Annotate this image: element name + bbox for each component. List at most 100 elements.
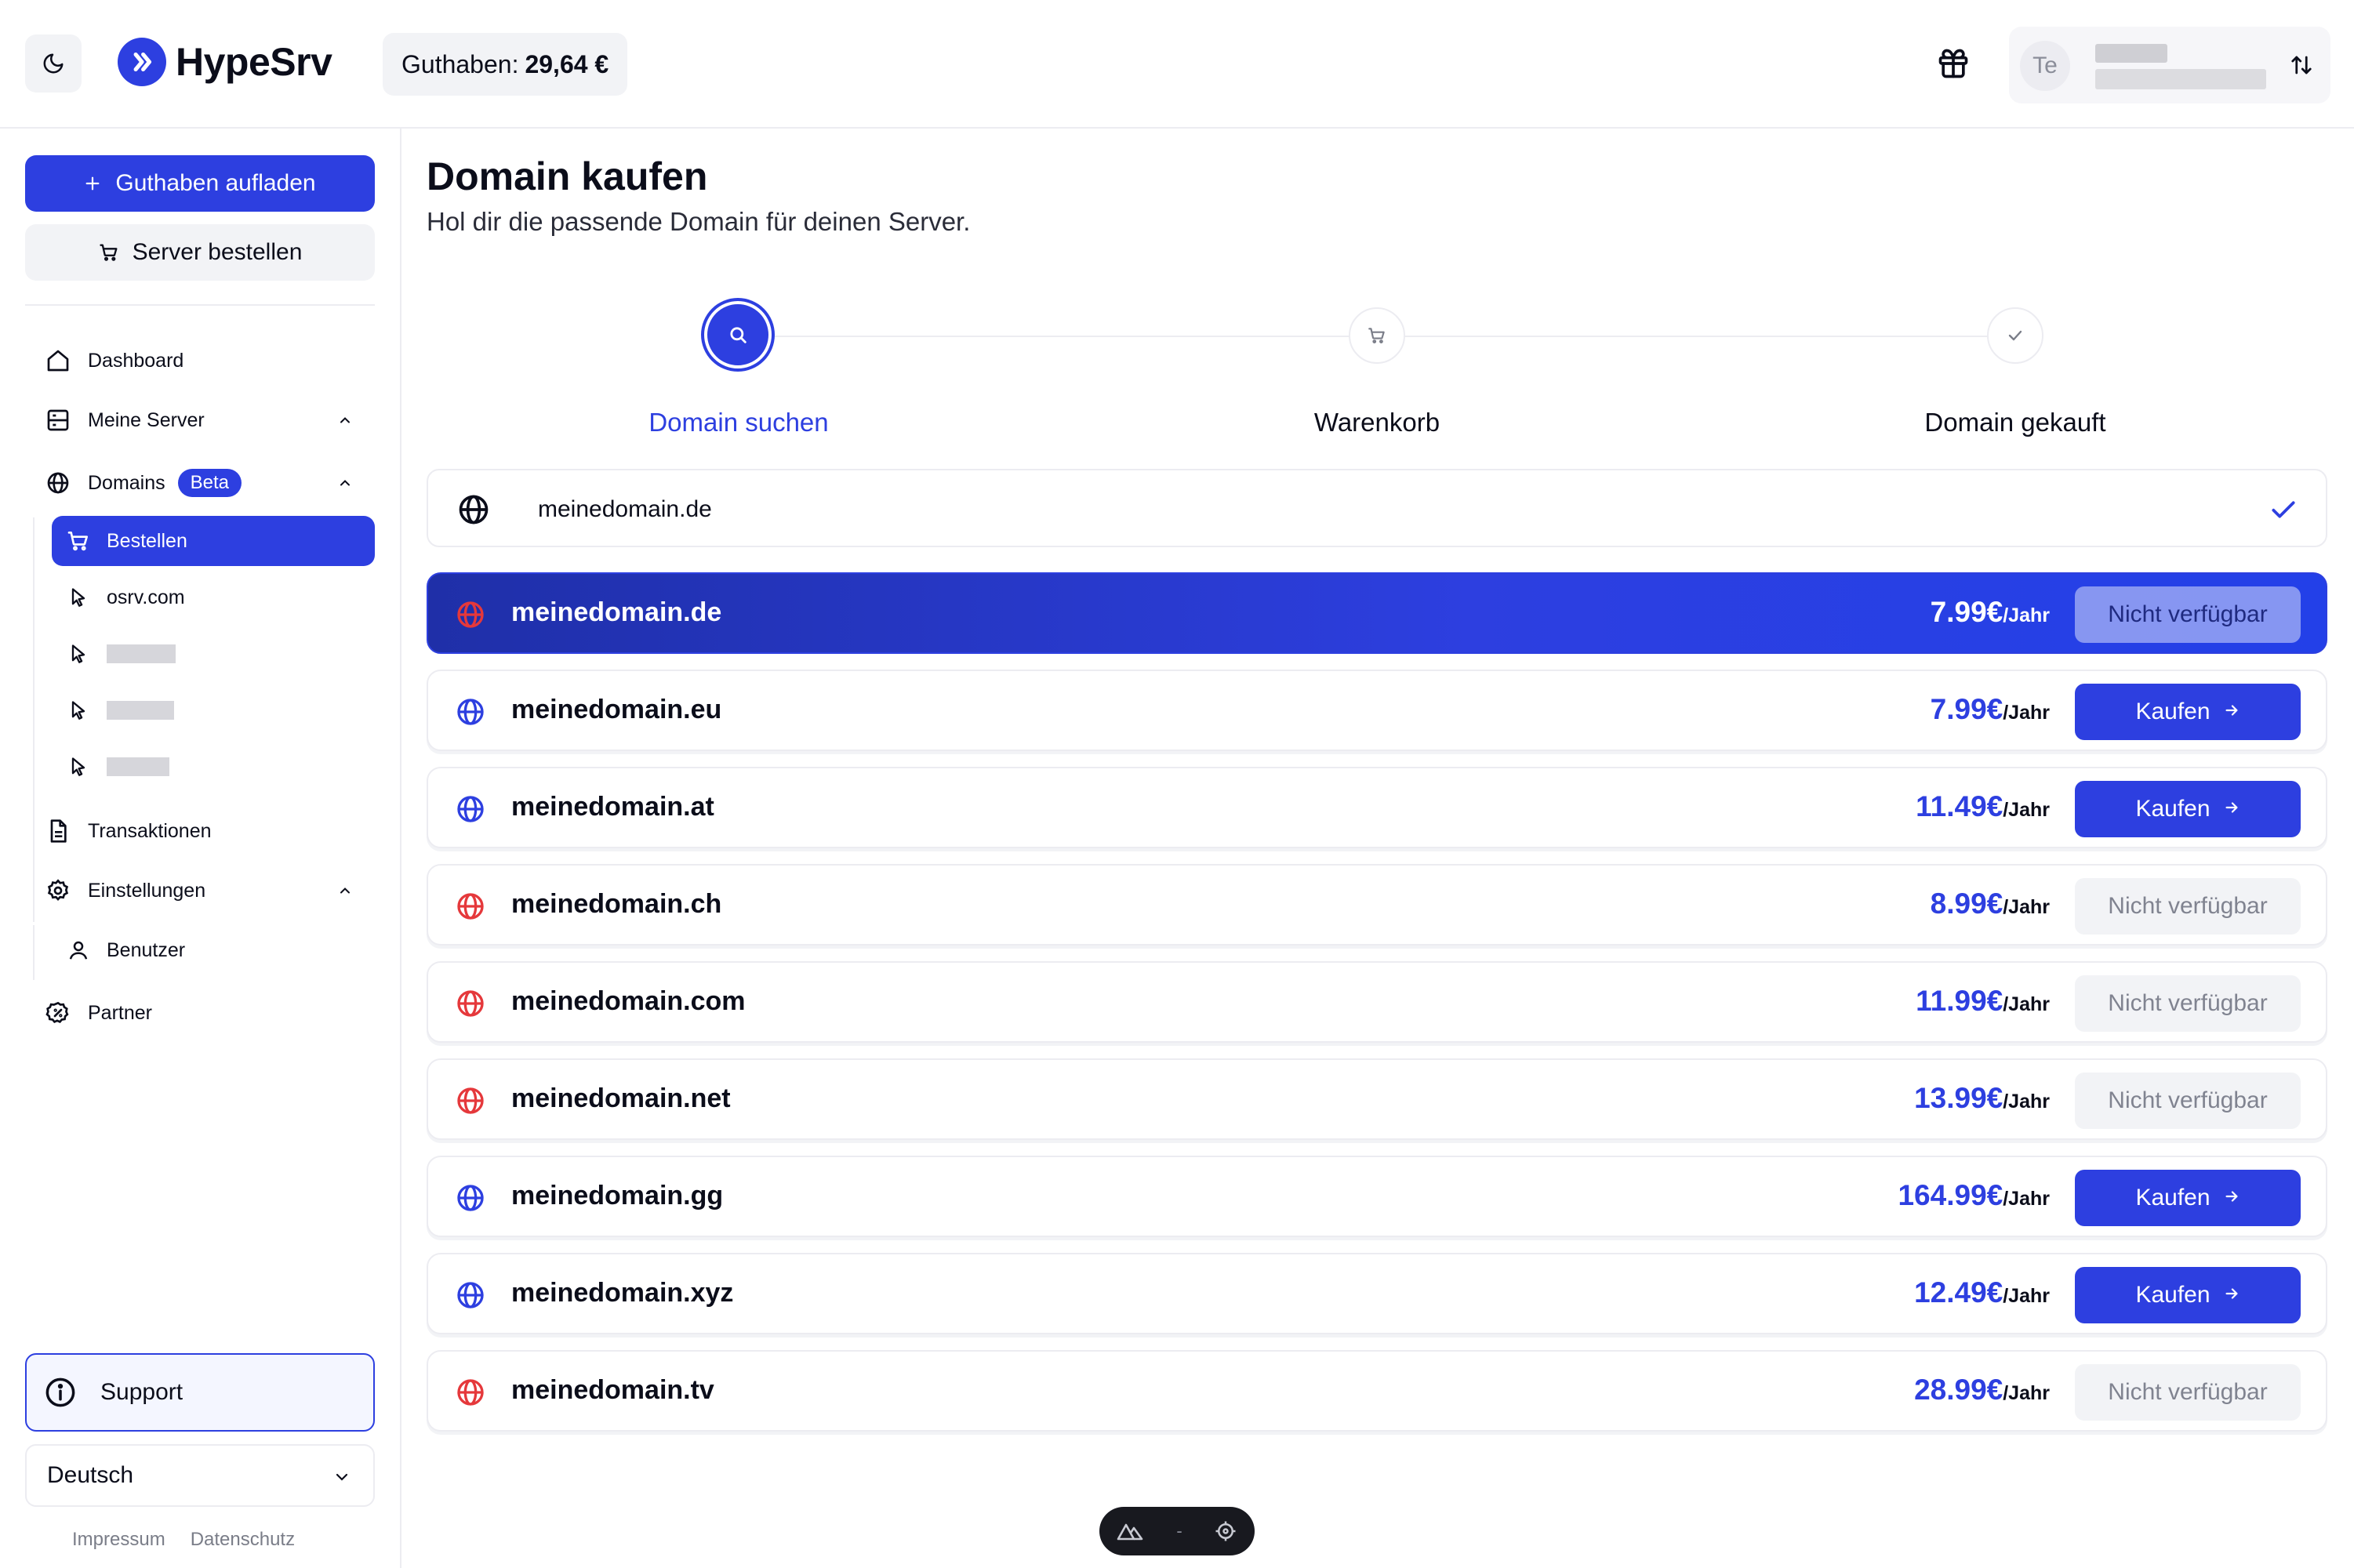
domain-result-row: meinedomain.de 7.99€/Jahr Nicht verfügbar bbox=[427, 572, 2327, 654]
cursor-icon bbox=[61, 637, 96, 671]
globe-icon bbox=[41, 466, 75, 500]
dev-toolbar-separator: - bbox=[1176, 1521, 1182, 1541]
sidebar-item-domain-redacted[interactable] bbox=[52, 742, 375, 792]
sidebar-item-domains[interactable]: Domains Beta bbox=[41, 459, 370, 506]
privacy-link[interactable]: Datenschutz bbox=[191, 1529, 295, 1551]
arrow-right-icon bbox=[2223, 1282, 2240, 1308]
crosshair-icon[interactable] bbox=[1214, 1519, 1237, 1543]
sidebar-item-label: Meine Server bbox=[88, 408, 205, 431]
user-account-switcher[interactable]: Te bbox=[2009, 27, 2330, 103]
globe-icon bbox=[455, 1085, 486, 1116]
arrow-right-icon bbox=[2223, 796, 2240, 822]
price-period: /Jahr bbox=[2003, 799, 2050, 821]
sidebar-item-domain-redacted[interactable] bbox=[52, 629, 375, 679]
sidebar-item-settings[interactable]: Einstellungen bbox=[41, 867, 370, 914]
price-value: 8.99€ bbox=[1930, 887, 2003, 920]
sidebar-item-transactions[interactable]: Transaktionen bbox=[41, 808, 370, 855]
price-period: /Jahr bbox=[2003, 993, 2050, 1015]
domain-price: 11.99€/Jahr bbox=[1916, 985, 2050, 1018]
gift-button[interactable] bbox=[1934, 44, 1973, 83]
sidebar: Guthaben aufladen Server bestellen Dashb… bbox=[0, 129, 401, 1568]
sidebar-item-domain-redacted[interactable] bbox=[52, 685, 375, 735]
sidebar-item-users[interactable]: Benutzer bbox=[52, 925, 375, 975]
unavailable-button: Nicht verfügbar bbox=[2075, 586, 2301, 643]
domain-price: 13.99€/Jahr bbox=[1914, 1082, 2050, 1115]
sidebar-item-domain-osrv[interactable]: osrv.com bbox=[52, 572, 375, 622]
topup-button[interactable]: Guthaben aufladen bbox=[25, 155, 375, 212]
domain-result-row: meinedomain.xyz 12.49€/Jahr Kaufen bbox=[427, 1253, 2327, 1334]
sidebar-item-label: Partner bbox=[88, 1001, 152, 1024]
domain-search-box bbox=[427, 469, 2327, 547]
cursor-icon bbox=[61, 750, 96, 784]
order-server-button[interactable]: Server bestellen bbox=[25, 224, 375, 281]
redacted-domain bbox=[107, 701, 174, 720]
page-subtitle: Hol dir die passende Domain für deinen S… bbox=[427, 207, 971, 236]
domain-price: 7.99€/Jahr bbox=[1931, 693, 2050, 726]
chevron-up-icon bbox=[336, 881, 354, 900]
chevron-up-icon bbox=[336, 411, 354, 430]
buy-button[interactable]: Kaufen bbox=[2075, 781, 2301, 837]
balance-label: Guthaben: bbox=[401, 49, 519, 78]
sidebar-item-order-domain[interactable]: Bestellen bbox=[52, 516, 375, 566]
globe-icon bbox=[455, 1377, 486, 1408]
check-icon bbox=[2008, 330, 2022, 341]
avatar: Te bbox=[2020, 41, 2070, 91]
globe-icon bbox=[459, 495, 489, 524]
price-period: /Jahr bbox=[2003, 1188, 2050, 1210]
logo[interactable]: HypeSrv bbox=[118, 38, 332, 86]
globe-icon bbox=[455, 1182, 486, 1214]
imprint-link[interactable]: Impressum bbox=[72, 1529, 165, 1551]
balance-value: 29,64 € bbox=[525, 49, 609, 78]
cart-icon bbox=[1368, 328, 1385, 343]
order-server-label: Server bestellen bbox=[132, 239, 303, 265]
buy-button[interactable]: Kaufen bbox=[2075, 1170, 2301, 1226]
user-icon bbox=[61, 933, 96, 967]
domain-name: meinedomain.xyz bbox=[511, 1278, 734, 1308]
chevron-up-icon bbox=[336, 474, 354, 492]
stepper-connector bbox=[1404, 336, 2014, 337]
domain-name: meinedomain.de bbox=[511, 597, 722, 627]
info-icon bbox=[45, 1377, 75, 1407]
domain-result-row: meinedomain.ch 8.99€/Jahr Nicht verfügbar bbox=[427, 864, 2327, 946]
price-value: 12.49€ bbox=[1914, 1276, 2003, 1308]
nuxt-logo-icon bbox=[1117, 1523, 1143, 1541]
buy-label: Kaufen bbox=[2135, 1185, 2211, 1210]
buy-label: Kaufen bbox=[2135, 796, 2211, 822]
search-icon bbox=[730, 327, 747, 343]
buy-button[interactable]: Kaufen bbox=[2075, 684, 2301, 740]
page-title: Domain kaufen bbox=[427, 154, 708, 198]
domain-name: meinedomain.com bbox=[511, 986, 746, 1016]
domain-result-row: meinedomain.eu 7.99€/Jahr Kaufen bbox=[427, 670, 2327, 751]
sidebar-item-label: Bestellen bbox=[107, 529, 187, 552]
sidebar-item-label: osrv.com bbox=[107, 586, 185, 608]
domain-name: meinedomain.gg bbox=[511, 1181, 724, 1210]
gear-icon bbox=[41, 873, 75, 908]
sidebar-item-dashboard[interactable]: Dashboard bbox=[41, 337, 370, 384]
logo-text: HypeSrv bbox=[176, 40, 332, 84]
domain-result-row: meinedomain.tv 28.99€/Jahr Nicht verfügbar bbox=[427, 1350, 2327, 1432]
dev-toolbar[interactable]: - bbox=[1099, 1507, 1255, 1555]
sidebar-item-my-servers[interactable]: Meine Server bbox=[41, 397, 370, 444]
globe-icon bbox=[455, 793, 486, 825]
unavailable-label: Nicht verfügbar bbox=[2108, 601, 2268, 627]
server-icon bbox=[41, 403, 75, 437]
sidebar-item-partner[interactable]: Partner bbox=[41, 989, 370, 1036]
gift-icon bbox=[1938, 49, 1968, 78]
unavailable-button: Nicht verfügbar bbox=[2075, 975, 2301, 1032]
support-button[interactable]: Support bbox=[25, 1353, 375, 1432]
domain-result-row: meinedomain.com 11.99€/Jahr Nicht verfügba… bbox=[427, 961, 2327, 1043]
sidebar-item-label: Domains bbox=[88, 471, 165, 494]
domain-name: meinedomain.tv bbox=[511, 1375, 714, 1405]
buy-button[interactable]: Kaufen bbox=[2075, 1267, 2301, 1323]
language-select[interactable]: Deutsch bbox=[25, 1444, 375, 1507]
chevron-down-icon bbox=[331, 1466, 353, 1488]
step-cart bbox=[1349, 307, 1405, 364]
unavailable-button: Nicht verfügbar bbox=[2075, 878, 2301, 935]
beta-badge: Beta bbox=[177, 469, 242, 497]
price-period: /Jahr bbox=[2003, 702, 2050, 724]
submenu-line bbox=[33, 925, 35, 980]
domain-search-input[interactable] bbox=[538, 489, 1949, 530]
submenu-line bbox=[33, 517, 35, 922]
theme-toggle-button[interactable] bbox=[25, 34, 82, 93]
moon-icon bbox=[43, 53, 64, 74]
